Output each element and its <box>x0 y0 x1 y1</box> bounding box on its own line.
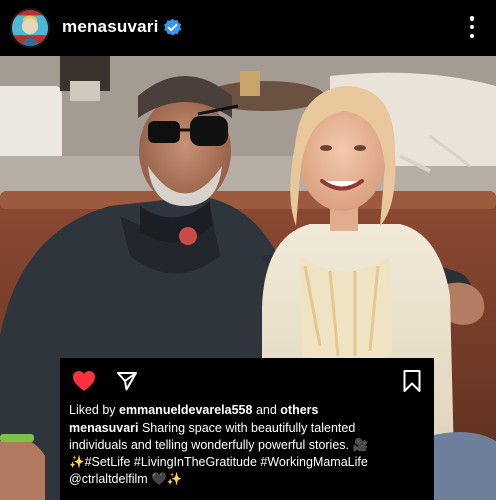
avatar-image <box>12 10 48 46</box>
post-caption-card: Liked by emmanueldevarela558 and others … <box>60 358 434 500</box>
caption-author[interactable]: menasuvari <box>69 421 138 435</box>
more-options-icon[interactable] <box>468 13 476 41</box>
post-actions-bar <box>72 368 422 394</box>
post-header: menasuvari <box>0 0 496 56</box>
post-username[interactable]: menasuvari <box>62 17 159 37</box>
caption-line-2: individuals and telling wonderfully powe… <box>69 438 369 452</box>
send-icon[interactable] <box>116 370 138 392</box>
likes-summary[interactable]: Liked by emmanueldevarela558 and others <box>69 403 319 417</box>
likes-others[interactable]: others <box>280 403 318 417</box>
caption-line-1: Sharing space with beautifully talented <box>138 421 356 435</box>
likes-prefix: Liked by <box>69 403 116 417</box>
likes-connector: and <box>255 403 277 417</box>
profile-avatar[interactable] <box>10 8 50 48</box>
likes-user[interactable]: emmanueldevarela558 <box>119 403 252 417</box>
post-caption: menasuvari Sharing space with beautifull… <box>69 420 429 488</box>
caption-line-4[interactable]: @ctrlaltdelfilm 🖤✨ <box>69 472 182 486</box>
heart-icon[interactable] <box>72 370 96 392</box>
caption-line-3[interactable]: ✨#SetLife #LivingInTheGratitude #Working… <box>69 455 368 469</box>
bookmark-icon[interactable] <box>402 369 422 393</box>
verified-badge-icon <box>163 18 182 36</box>
